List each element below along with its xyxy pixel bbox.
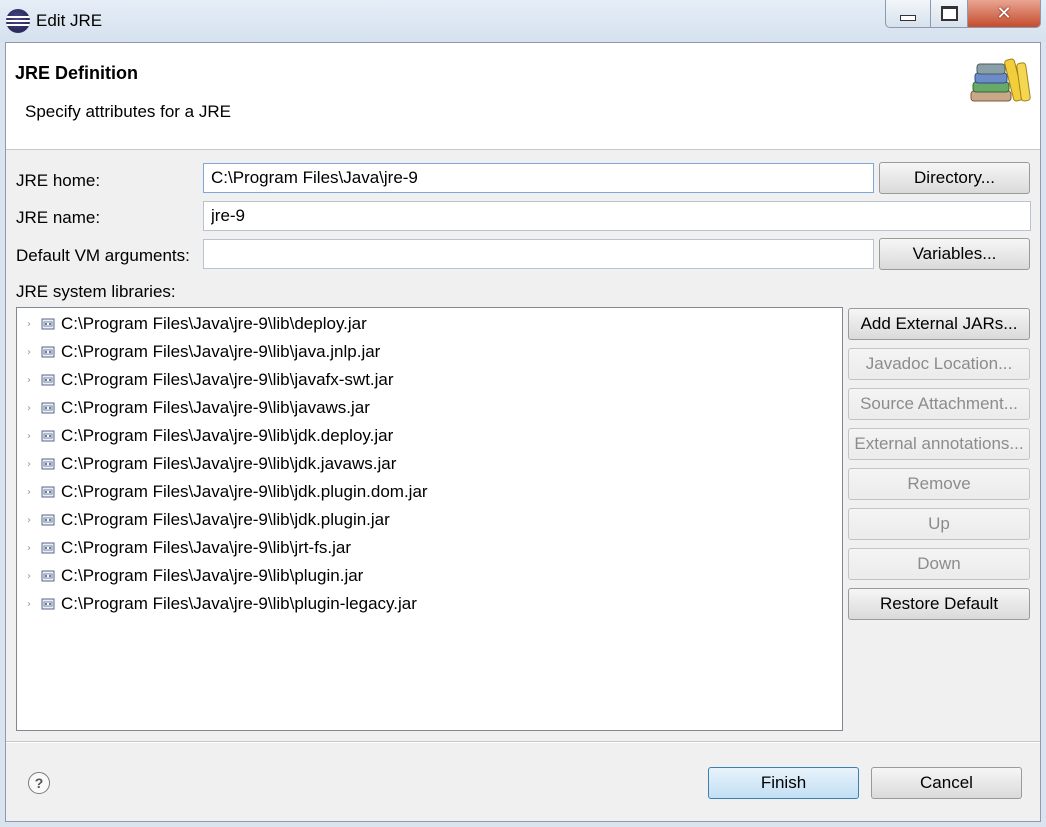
restore-default-button[interactable]: Restore Default bbox=[848, 588, 1030, 620]
expand-arrow-icon[interactable]: › bbox=[24, 319, 34, 330]
jar-icon bbox=[41, 486, 55, 498]
remove-button[interactable]: Remove bbox=[848, 468, 1030, 500]
expand-arrow-icon[interactable]: › bbox=[24, 599, 34, 610]
jre-name-label: JRE name: bbox=[16, 208, 101, 227]
list-item-label: C:\Program Files\Java\jre-9\lib\jdk.java… bbox=[61, 454, 397, 473]
vm-arguments-label: Default VM arguments: bbox=[16, 246, 190, 265]
expand-arrow-icon[interactable]: › bbox=[24, 375, 34, 386]
list-item[interactable]: › C:\Program Files\Java\jre-9\lib\javaws… bbox=[17, 394, 837, 422]
expand-arrow-icon[interactable]: › bbox=[24, 543, 34, 554]
page-description: Specify attributes for a JRE bbox=[25, 102, 231, 121]
javadoc-location-button[interactable]: Javadoc Location... bbox=[848, 348, 1030, 380]
up-button[interactable]: Up bbox=[848, 508, 1030, 540]
down-button[interactable]: Down bbox=[848, 548, 1030, 580]
jar-icon bbox=[41, 514, 55, 526]
directory-button[interactable]: Directory... bbox=[879, 162, 1030, 194]
list-item[interactable]: › C:\Program Files\Java\jre-9\lib\jdk.ja… bbox=[17, 450, 837, 478]
list-item[interactable]: › C:\Program Files\Java\jre-9\lib\plugin… bbox=[17, 562, 837, 590]
list-item-label: C:\Program Files\Java\jre-9\lib\plugin-l… bbox=[61, 594, 417, 613]
window-title: Edit JRE bbox=[36, 11, 103, 30]
list-item-label: C:\Program Files\Java\jre-9\lib\java.jnl… bbox=[61, 342, 381, 361]
add-external-jars-button[interactable]: Add External JARs... bbox=[848, 308, 1030, 340]
list-item[interactable]: › C:\Program Files\Java\jre-9\lib\jrt-fs… bbox=[17, 534, 837, 562]
list-item[interactable]: › C:\Program Files\Java\jre-9\lib\plugin… bbox=[17, 590, 837, 618]
expand-arrow-icon[interactable]: › bbox=[24, 571, 34, 582]
list-item-label: C:\Program Files\Java\jre-9\lib\jdk.depl… bbox=[61, 426, 394, 445]
edit-jre-dialog: JRE Definition Specify attributes for a … bbox=[5, 42, 1041, 822]
minimize-icon bbox=[900, 14, 916, 21]
jre-home-label: JRE home: bbox=[16, 171, 101, 190]
external-annotations-button[interactable]: External annotations... bbox=[848, 428, 1030, 460]
footer-divider bbox=[6, 741, 1040, 743]
dialog-header: JRE Definition Specify attributes for a … bbox=[6, 43, 1040, 150]
list-item[interactable]: › C:\Program Files\Java\jre-9\lib\java.j… bbox=[17, 338, 837, 366]
jar-icon bbox=[41, 402, 55, 414]
list-item-label: C:\Program Files\Java\jre-9\lib\jdk.plug… bbox=[61, 482, 428, 501]
expand-arrow-icon[interactable]: › bbox=[24, 515, 34, 526]
list-item[interactable]: › C:\Program Files\Java\jre-9\lib\jdk.pl… bbox=[17, 506, 837, 534]
jar-icon bbox=[41, 570, 55, 582]
source-attachment-button[interactable]: Source Attachment... bbox=[848, 388, 1030, 420]
list-item[interactable]: › C:\Program Files\Java\jre-9\lib\javafx… bbox=[17, 366, 837, 394]
list-item-label: C:\Program Files\Java\jre-9\lib\jdk.plug… bbox=[61, 510, 390, 529]
list-item-label: C:\Program Files\Java\jre-9\lib\javafx-s… bbox=[61, 370, 394, 389]
library-books-icon bbox=[970, 58, 1031, 102]
list-item-label: C:\Program Files\Java\jre-9\lib\plugin.j… bbox=[61, 566, 364, 585]
page-title: JRE Definition bbox=[15, 63, 139, 83]
vm-arguments-field[interactable] bbox=[203, 239, 874, 269]
list-item-label: C:\Program Files\Java\jre-9\lib\deploy.j… bbox=[61, 314, 367, 333]
expand-arrow-icon[interactable]: › bbox=[24, 347, 34, 358]
system-libraries-list[interactable]: › C:\Program Files\Java\jre-9\lib\deploy… bbox=[16, 307, 843, 731]
jar-icon bbox=[41, 430, 55, 442]
jar-icon bbox=[41, 374, 55, 386]
jar-icon bbox=[41, 318, 55, 330]
expand-arrow-icon[interactable]: › bbox=[24, 459, 34, 470]
expand-arrow-icon[interactable]: › bbox=[24, 403, 34, 414]
list-item[interactable]: › C:\Program Files\Java\jre-9\lib\jdk.de… bbox=[17, 422, 837, 450]
maximize-button[interactable] bbox=[930, 0, 968, 28]
minimize-button[interactable] bbox=[885, 0, 931, 28]
jre-home-field[interactable] bbox=[203, 163, 874, 193]
close-button[interactable]: ✕ bbox=[967, 0, 1041, 28]
jar-icon bbox=[41, 346, 55, 358]
eclipse-logo-icon bbox=[6, 9, 30, 33]
variables-button[interactable]: Variables... bbox=[879, 238, 1030, 270]
list-item-label: C:\Program Files\Java\jre-9\lib\jrt-fs.j… bbox=[61, 538, 352, 557]
list-item[interactable]: › C:\Program Files\Java\jre-9\lib\deploy… bbox=[17, 310, 837, 338]
title-bar[interactable]: Edit JRE ✕ bbox=[0, 0, 1046, 42]
jar-icon bbox=[41, 598, 55, 610]
maximize-icon bbox=[940, 6, 958, 21]
jre-name-field[interactable] bbox=[203, 201, 1031, 231]
expand-arrow-icon[interactable]: › bbox=[24, 431, 34, 442]
jar-icon bbox=[41, 542, 55, 554]
system-libraries-label: JRE system libraries: bbox=[16, 282, 176, 301]
jar-icon bbox=[41, 458, 55, 470]
cancel-button[interactable]: Cancel bbox=[871, 767, 1022, 799]
close-icon: ✕ bbox=[996, 3, 1012, 24]
help-icon[interactable]: ? bbox=[28, 772, 50, 794]
list-item[interactable]: › C:\Program Files\Java\jre-9\lib\jdk.pl… bbox=[17, 478, 837, 506]
list-item-label: C:\Program Files\Java\jre-9\lib\javaws.j… bbox=[61, 398, 370, 417]
expand-arrow-icon[interactable]: › bbox=[24, 487, 34, 498]
finish-button[interactable]: Finish bbox=[708, 767, 859, 799]
